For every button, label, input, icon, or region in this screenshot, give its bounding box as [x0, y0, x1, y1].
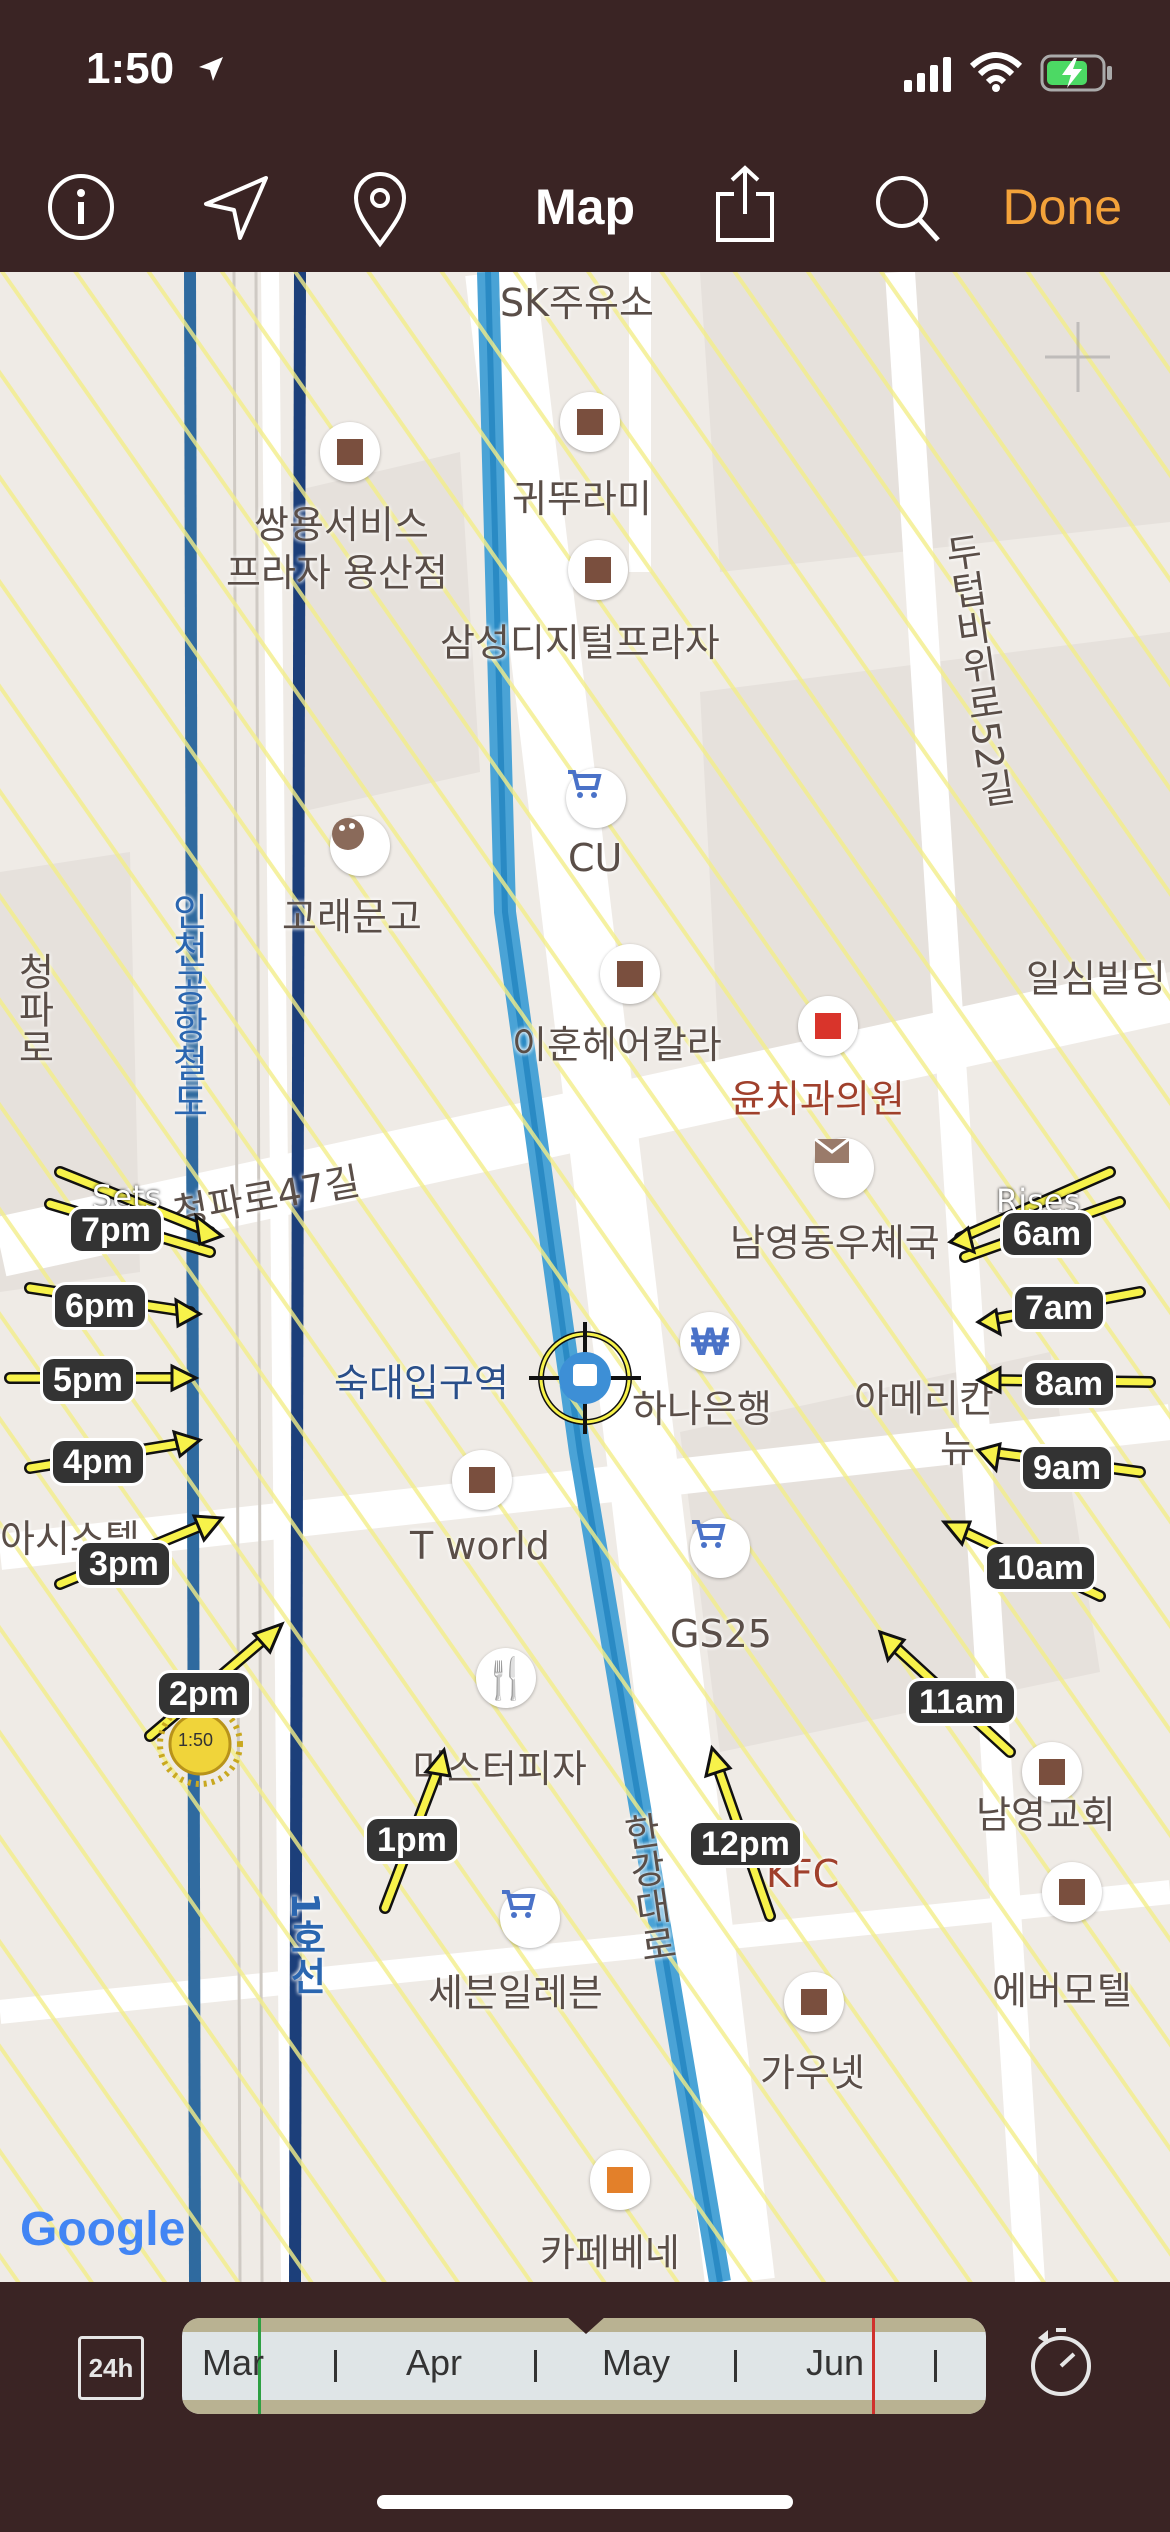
cellular-signal-icon	[904, 57, 951, 92]
done-button[interactable]: Done	[1002, 178, 1122, 236]
timeline-pointer-icon	[566, 2316, 606, 2334]
location-arrow-icon	[199, 57, 223, 81]
home-indicator	[377, 2495, 793, 2509]
hour-label: 6pm	[52, 1282, 148, 1330]
24h-toggle-button[interactable]: 24h	[78, 2336, 144, 2400]
bottom-bar: 24h Mar Apr May Jun	[0, 2282, 1170, 2532]
google-logo: Google	[20, 2203, 186, 2256]
month-label: Apr	[406, 2342, 463, 2383]
sun-time-label: 1:50	[178, 1730, 214, 1750]
hour-label: 7am	[1012, 1284, 1107, 1332]
hour-label: 10am	[984, 1544, 1097, 1592]
timer-reset-icon[interactable]	[1026, 2324, 1096, 2400]
status-bar: 1:50	[0, 0, 1170, 140]
hour-label: 12pm	[688, 1820, 803, 1868]
hour-label: 5pm	[40, 1356, 136, 1404]
share-icon[interactable]	[714, 164, 776, 244]
hour-label: 9am	[1020, 1444, 1115, 1492]
month-label: Jun	[806, 2342, 865, 2383]
hour-label: 7pm	[68, 1206, 164, 1254]
crosshair-marker	[529, 1322, 641, 1434]
hour-label: 4pm	[50, 1438, 146, 1486]
hour-label: 2pm	[156, 1670, 252, 1718]
month-label: Mar	[202, 2342, 264, 2383]
sun-path-overlay	[4, 1166, 1156, 1922]
hour-label: 6am	[1000, 1210, 1095, 1258]
status-time: 1:50	[86, 44, 175, 93]
hour-label: 3pm	[76, 1540, 172, 1588]
wifi-icon	[970, 52, 1022, 92]
hour-label: 8am	[1022, 1360, 1117, 1408]
month-label: May	[602, 2342, 671, 2383]
hour-label: 11am	[906, 1678, 1018, 1726]
search-icon[interactable]	[872, 172, 942, 244]
hour-label: 1pm	[364, 1816, 460, 1864]
page-title: Map	[535, 179, 635, 235]
24h-label: 24h	[88, 2352, 134, 2383]
battery-charging-icon	[1040, 54, 1112, 92]
nav-bar: Map Done	[0, 140, 1170, 272]
map-view[interactable]: ₩ 🍴 SK주유소 쌍용서비스 프라자 용산점 귀뚜라미 삼성디지털프라자 두텁…	[0, 272, 1170, 2282]
